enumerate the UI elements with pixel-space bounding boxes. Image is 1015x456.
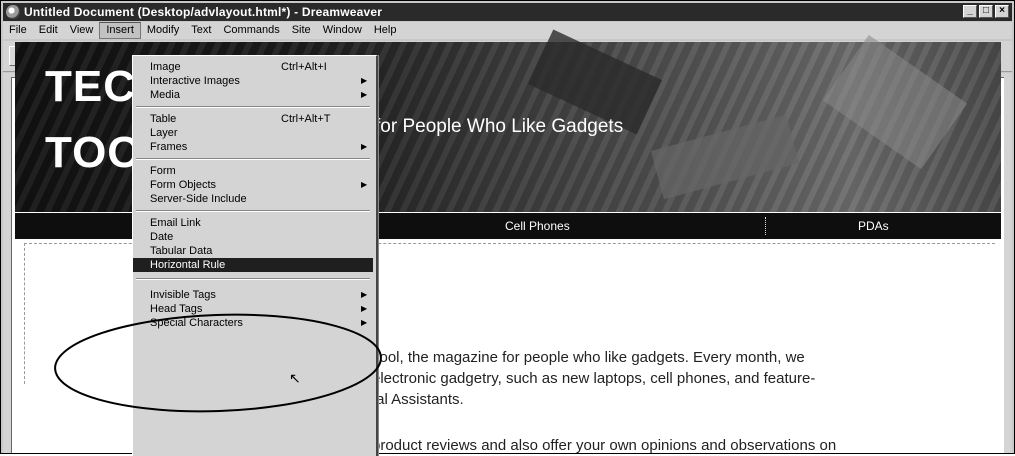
menu-item-special-characters[interactable]: Special Characters ▶ xyxy=(133,316,373,330)
submenu-arrow-icon: ▶ xyxy=(361,76,368,85)
menu-item-interactive-images[interactable]: Interactive Images ▶ xyxy=(133,74,373,88)
mouse-pointer-icon: ↖ xyxy=(289,370,301,386)
menu-item-email-link[interactable]: Email Link xyxy=(133,216,373,230)
nav-link-cell-phones[interactable]: Cell Phones xyxy=(505,219,570,233)
body-text-line: product reviews and also offer your own … xyxy=(372,437,837,454)
circuit-board-graphic xyxy=(650,114,800,200)
menu-item-form-objects[interactable]: Form Objects ▶ xyxy=(133,178,373,192)
submenu-arrow-icon: ▶ xyxy=(361,318,368,327)
logo-text-line1: TEC xyxy=(45,62,136,111)
menu-item-server-side-include[interactable]: Server-Side Include xyxy=(133,192,373,206)
menu-commands[interactable]: Commands xyxy=(217,23,285,38)
menu-modify[interactable]: Modify xyxy=(141,23,185,38)
menu-window[interactable]: Window xyxy=(317,23,368,38)
menu-separator xyxy=(136,106,370,108)
menu-help[interactable]: Help xyxy=(368,23,403,38)
menu-item-head-tags[interactable]: Head Tags ▶ xyxy=(133,302,373,316)
nav-link-pdas[interactable]: PDAs xyxy=(858,219,889,233)
submenu-arrow-icon: ▶ xyxy=(361,142,368,151)
menu-text[interactable]: Text xyxy=(185,23,217,38)
dreamweaver-app-icon[interactable] xyxy=(6,5,20,19)
minimize-button[interactable]: _ xyxy=(963,5,977,18)
menu-bar: File Edit View Insert Modify Text Comman… xyxy=(3,22,1012,39)
nav-divider xyxy=(765,217,766,235)
menu-separator xyxy=(136,158,370,160)
menu-item-table[interactable]: Table Ctrl+Alt+T xyxy=(133,112,373,126)
body-text-line: electronic gadgetry, such as new laptops… xyxy=(372,370,816,387)
menu-item-invisible-tags[interactable]: Invisible Tags ▶ xyxy=(133,288,373,302)
submenu-arrow-icon: ▶ xyxy=(361,90,368,99)
close-button[interactable]: × xyxy=(995,5,1009,18)
submenu-arrow-icon: ▶ xyxy=(361,304,368,313)
title-bar[interactable]: Untitled Document (Desktop/advlayout.htm… xyxy=(3,3,1012,21)
menu-item-date[interactable]: Date xyxy=(133,230,373,244)
body-text-line: tal Assistants. xyxy=(372,391,464,408)
menu-item-tabular-data[interactable]: Tabular Data xyxy=(133,244,373,258)
menu-item-frames[interactable]: Frames ▶ xyxy=(133,140,373,154)
menu-insert[interactable]: Insert xyxy=(99,22,141,39)
menu-item-image[interactable]: Image Ctrl+Alt+I xyxy=(133,60,373,74)
menu-separator xyxy=(136,278,370,280)
menu-edit[interactable]: Edit xyxy=(33,23,64,38)
submenu-arrow-icon: ▶ xyxy=(361,180,368,189)
submenu-arrow-icon: ▶ xyxy=(361,290,368,299)
logo-text-line2: TOO xyxy=(45,128,143,177)
insert-menu-dropdown: Image Ctrl+Alt+I Interactive Images ▶ Me… xyxy=(132,55,378,456)
menu-view[interactable]: View xyxy=(64,23,100,38)
site-tagline: for People Who Like Gadgets xyxy=(375,116,624,137)
menu-separator xyxy=(136,210,370,212)
menu-item-form[interactable]: Form xyxy=(133,164,373,178)
circuit-board-graphic xyxy=(822,34,968,170)
menu-file[interactable]: File xyxy=(3,23,33,38)
menu-item-media[interactable]: Media ▶ xyxy=(133,88,373,102)
menu-item-horizontal-rule[interactable]: Horizontal Rule xyxy=(133,258,373,272)
window-title: Untitled Document (Desktop/advlayout.htm… xyxy=(24,5,383,19)
menu-site[interactable]: Site xyxy=(286,23,317,38)
window-controls: _ □ × xyxy=(963,5,1009,18)
menu-item-layer[interactable]: Layer xyxy=(133,126,373,140)
body-text-line: Tool, the magazine for people who like g… xyxy=(372,349,805,366)
maximize-button[interactable]: □ xyxy=(979,5,993,18)
